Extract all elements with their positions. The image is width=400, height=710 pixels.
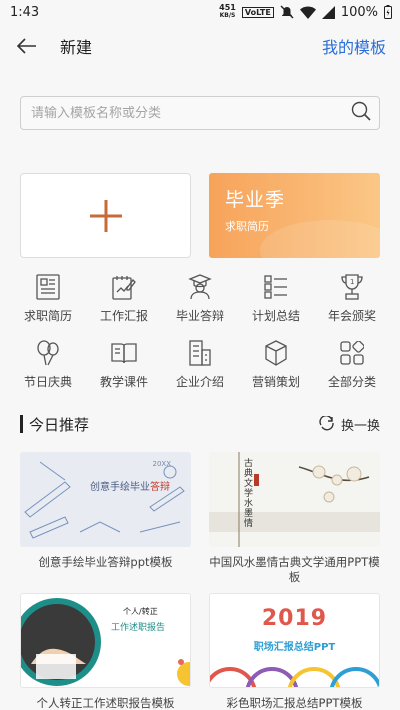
grid-icon (337, 338, 367, 368)
mute-icon (280, 5, 294, 19)
template-thumbnail: 个人/转正 工作述职报告 (20, 593, 191, 688)
template-caption: 彩色职场汇报总结PPT模板 (226, 696, 363, 710)
template-card[interactable]: 2019 职场汇报总结PPT 彩色职场汇报总结PPT模板 (209, 593, 380, 710)
category-grid: 求职简历 工作汇报 毕业答辩 计划总结 1 年会颁奖 节日庆典 教学课件 企业介 (10, 272, 390, 390)
checklist-icon (261, 272, 291, 302)
category-graduation-defense[interactable]: 毕业答辩 (162, 272, 238, 324)
my-templates-link[interactable]: 我的模板 (322, 34, 386, 58)
resume-icon (33, 272, 63, 302)
main-content: 毕业季 求职简历 求职简历 工作汇报 毕业答辩 计划总结 1 年会颁奖 节日庆典 (0, 164, 400, 710)
ink-flower-illustration (209, 452, 380, 547)
status-time: 1:43 (10, 4, 40, 20)
category-courseware[interactable]: 教学课件 (86, 338, 162, 390)
category-festival[interactable]: 节日庆典 (10, 338, 86, 390)
building-icon (185, 338, 215, 368)
search-box[interactable] (20, 96, 380, 130)
signal-icon (321, 5, 335, 19)
category-resume[interactable]: 求职简历 (10, 272, 86, 324)
handshake-photo-illustration (21, 598, 190, 686)
battery-percent: 100% (340, 4, 378, 20)
status-icons: 451 KB/S VoLTE 100% (219, 4, 392, 20)
search-icon[interactable] (351, 101, 371, 125)
svg-text:1: 1 (350, 278, 354, 286)
refresh-button[interactable]: 换一换 (319, 415, 380, 434)
section-accent-bar (20, 415, 23, 433)
category-annual-awards[interactable]: 1 年会颁奖 (314, 272, 390, 324)
refresh-icon (319, 416, 334, 431)
template-card[interactable]: 古典文学水墨情 中国风水墨情古典文学通用PPT模板 (209, 452, 380, 587)
template-caption: 个人转正工作述职报告模板 (36, 696, 175, 710)
category-work-report[interactable]: 工作汇报 (86, 272, 162, 324)
template-grid: 20XX 创意手绘毕业答辩 创意手绘毕业答辩ppt模板 古典文学水墨情 中国风水… (20, 452, 380, 710)
create-cards: 毕业季 求职简历 (20, 164, 380, 258)
template-card[interactable]: 个人/转正 工作述职报告 个人转正工作述职报告模板 (20, 593, 191, 710)
trophy-icon: 1 (337, 272, 367, 302)
book-icon (109, 338, 139, 368)
graduation-season-banner[interactable]: 毕业季 求职简历 (209, 173, 380, 258)
arrow-left-icon (17, 38, 36, 54)
new-blank-button[interactable] (20, 173, 191, 258)
plus-icon (89, 199, 122, 232)
search-section (0, 68, 400, 164)
template-caption: 中国风水墨情古典文学通用PPT模板 (209, 555, 380, 584)
page-title: 新建 (60, 38, 93, 57)
category-company-intro[interactable]: 企业介绍 (162, 338, 238, 390)
recommend-header: 今日推荐 换一换 (20, 412, 380, 436)
graduate-icon (185, 272, 215, 302)
template-thumbnail: 20XX 创意手绘毕业答辩 (20, 452, 191, 547)
status-bar: 1:43 451 KB/S VoLTE 100% (0, 0, 400, 24)
app-bar: 新建 我的模板 (0, 24, 400, 68)
template-card[interactable]: 20XX 创意手绘毕业答辩 创意手绘毕业答辩ppt模板 (20, 452, 191, 587)
category-plan-summary[interactable]: 计划总结 (238, 272, 314, 324)
template-caption: 创意手绘毕业答辩ppt模板 (38, 555, 173, 569)
back-button[interactable] (14, 33, 40, 59)
network-speed: 451 KB/S (219, 3, 236, 20)
section-title: 今日推荐 (29, 415, 90, 434)
battery-icon (384, 5, 392, 19)
search-input[interactable] (31, 105, 351, 121)
category-marketing[interactable]: 营销策划 (238, 338, 314, 390)
template-thumbnail: 2019 职场汇报总结PPT (209, 593, 380, 688)
category-all[interactable]: 全部分类 (314, 338, 390, 390)
box-icon (261, 338, 291, 368)
volte-badge: VoLTE (241, 6, 274, 18)
banner-title: 毕业季 (225, 189, 286, 211)
balloon-icon (33, 338, 63, 368)
wifi-icon (299, 6, 316, 19)
template-thumbnail: 古典文学水墨情 (209, 452, 380, 547)
report-icon (109, 272, 139, 302)
